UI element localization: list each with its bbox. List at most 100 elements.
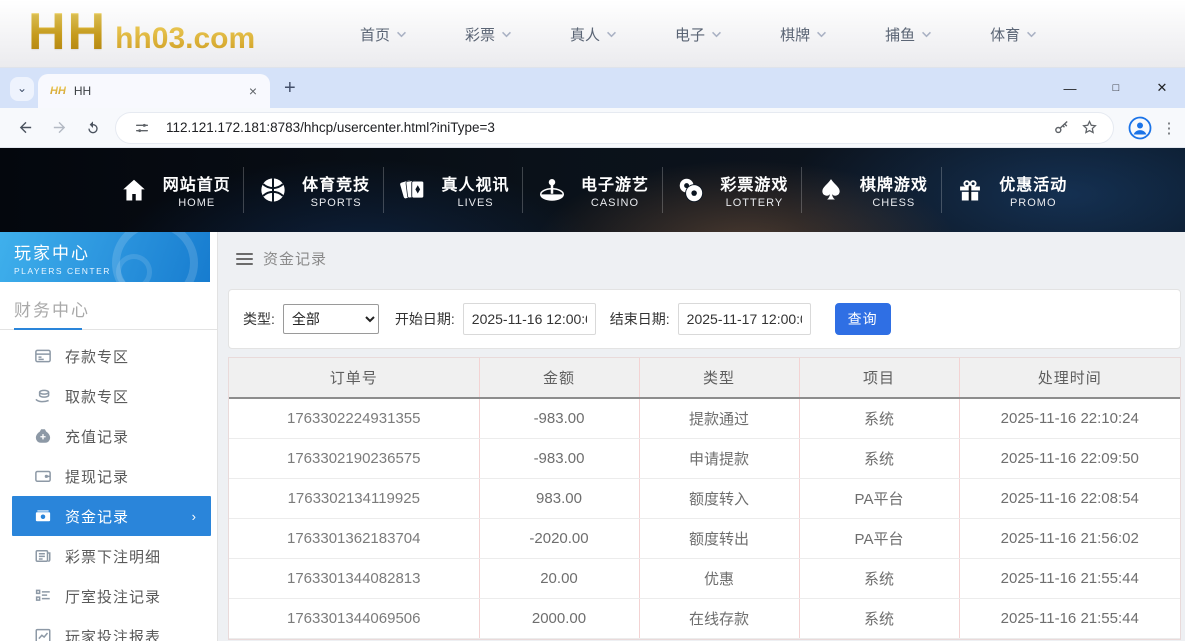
game-nav-item-casino[interactable]: 电子游艺CASINO xyxy=(522,167,661,213)
player-center-title: 玩家中心 xyxy=(14,239,210,264)
tab-search-button[interactable]: ⌄ xyxy=(10,77,34,101)
end-date-label: 结束日期: xyxy=(610,309,670,329)
type-label: 类型: xyxy=(243,309,275,329)
table-cell: PA平台 xyxy=(799,478,959,518)
password-key-icon[interactable] xyxy=(1047,114,1075,142)
site-nav-label: 真人 xyxy=(570,24,600,45)
reload-button[interactable] xyxy=(76,111,110,145)
site-nav-item-1[interactable]: 彩票 xyxy=(465,24,512,45)
site-nav-item-6[interactable]: 体育 xyxy=(990,24,1037,45)
hall-record-icon xyxy=(34,587,52,605)
game-nav-en: CASINO xyxy=(591,197,639,209)
table-row-4: 176330134408281320.00优惠系统2025-11-16 21:5… xyxy=(229,558,1180,598)
site-nav-label: 棋牌 xyxy=(780,24,810,45)
sidebar-item-4[interactable]: 资金记录› xyxy=(12,496,211,536)
close-window-button[interactable]: ✕ xyxy=(1139,68,1185,108)
site-nav-item-5[interactable]: 捕鱼 xyxy=(885,24,932,45)
sidebar-item-label: 玩家投注报表 xyxy=(65,626,161,641)
table-row-3: 1763301362183704-2020.00额度转出PA平台2025-11-… xyxy=(229,518,1180,558)
table-row-0: 1763302224931355-983.00提款通过系统2025-11-16 … xyxy=(229,398,1180,438)
sidebar-item-6[interactable]: 厅室投注记录 xyxy=(0,576,217,616)
profile-avatar[interactable] xyxy=(1123,111,1157,145)
url-text[interactable]: 112.121.172.181:8783/hhcp/usercenter.htm… xyxy=(166,120,1047,135)
forward-button[interactable] xyxy=(42,111,76,145)
browser-tab[interactable]: HH HH × xyxy=(38,74,270,108)
game-nav-item-lottery[interactable]: 彩票游戏LOTTERY xyxy=(662,167,801,213)
game-nav-en: SPORTS xyxy=(311,197,362,209)
sidebar-item-label: 厅室投注记录 xyxy=(65,586,161,607)
player-center-header[interactable]: 玩家中心 PLAYERS CENTER xyxy=(0,232,210,282)
site-nav-item-3[interactable]: 电子 xyxy=(675,24,722,45)
chevron-down-icon xyxy=(921,31,932,38)
table-cell: 额度转出 xyxy=(639,518,799,558)
game-nav-item-home[interactable]: 网站首页HOME xyxy=(105,167,243,213)
main-content: 资金记录 类型: 全部 开始日期: 结束日期: 查询 订单号金额类型项目处理时间… xyxy=(218,232,1185,641)
column-header: 处理时间 xyxy=(959,358,1180,398)
sidebar-item-7[interactable]: 玩家投注报表 xyxy=(0,616,217,641)
site-logo[interactable]: HH hh03.com xyxy=(28,2,255,62)
sidebar-item-3[interactable]: 提现记录 xyxy=(0,456,217,496)
table-cell: PA平台 xyxy=(799,518,959,558)
screen: HH hh03.com 首页 彩票 真人 电子 棋牌 捕鱼 体育 ⌄ HH HH × + —… xyxy=(0,0,1185,641)
column-header: 项目 xyxy=(799,358,959,398)
site-nav-item-0[interactable]: 首页 xyxy=(360,24,407,45)
site-info-icon[interactable] xyxy=(128,114,156,142)
table-cell: -983.00 xyxy=(479,398,639,438)
start-date-label: 开始日期: xyxy=(395,309,455,329)
table-cell: 1763301344082813 xyxy=(229,558,479,598)
sidebar-item-0[interactable]: 存款专区 xyxy=(0,336,217,376)
breadcrumb: 资金记录 xyxy=(228,248,1181,269)
chevron-down-icon xyxy=(711,31,722,38)
chevron-down-icon xyxy=(396,31,407,38)
game-nav-item-sports[interactable]: 体育竞技 SPORTS xyxy=(243,167,382,213)
funds-table: 订单号金额类型项目处理时间 1763302224931355-983.00提款通… xyxy=(229,358,1180,639)
chevron-right-icon: › xyxy=(192,509,197,524)
sidebar-item-2[interactable]: 充值记录 xyxy=(0,416,217,456)
site-nav-label: 电子 xyxy=(675,24,705,45)
game-nav-zh: 真人视讯 xyxy=(442,171,510,195)
section-underline xyxy=(0,329,217,330)
sports-ball-icon xyxy=(257,174,289,206)
bookmark-star-icon[interactable] xyxy=(1075,114,1103,142)
sidebar-item-5[interactable]: 彩票下注明细 xyxy=(0,536,217,576)
sidebar-item-1[interactable]: 取款专区 xyxy=(0,376,217,416)
table-cell: 1763302190236575 xyxy=(229,438,479,478)
chevron-down-icon xyxy=(816,31,827,38)
table-cell: 优惠 xyxy=(639,558,799,598)
withdraw-hand-icon xyxy=(34,387,52,405)
spade-icon xyxy=(815,174,847,206)
sidebar-item-label: 存款专区 xyxy=(65,346,129,367)
game-nav-item-chess[interactable]: 棋牌游戏CHESS xyxy=(801,167,940,213)
game-nav-item-promo[interactable]: 优惠活动PROMO xyxy=(941,167,1080,213)
sidebar-item-label: 充值记录 xyxy=(65,426,129,447)
browser-menu-icon[interactable]: ⋮ xyxy=(1157,111,1181,145)
end-date-input[interactable] xyxy=(678,303,811,335)
page-body: 玩家中心 PLAYERS CENTER 财务中心 存款专区取款专区充值记录提现记… xyxy=(0,232,1185,641)
site-nav-item-2[interactable]: 真人 xyxy=(570,24,617,45)
new-tab-button[interactable]: + xyxy=(284,77,296,99)
search-button[interactable]: 查询 xyxy=(835,303,891,335)
address-bar[interactable]: 112.121.172.181:8783/hhcp/usercenter.htm… xyxy=(116,113,1113,143)
hamburger-icon[interactable] xyxy=(236,253,253,265)
table-row-1: 1763302190236575-983.00申请提款系统2025-11-16 … xyxy=(229,438,1180,478)
player-center-subtitle: PLAYERS CENTER xyxy=(14,266,210,276)
browser-tabstrip: ⌄ HH HH × + — □ ✕ xyxy=(0,68,1185,108)
game-nav-en: PROMO xyxy=(1010,197,1057,209)
site-nav-item-4[interactable]: 棋牌 xyxy=(780,24,827,45)
start-date-input[interactable] xyxy=(463,303,596,335)
playing-cards-icon xyxy=(397,174,429,206)
game-nav-item-lives[interactable]: 真人视讯LIVES xyxy=(383,167,522,213)
tab-close-icon[interactable]: × xyxy=(246,83,260,99)
maximize-button[interactable]: □ xyxy=(1093,68,1139,108)
type-select[interactable]: 全部 xyxy=(283,304,379,334)
chevron-down-icon xyxy=(606,31,617,38)
table-body: 1763302224931355-983.00提款通过系统2025-11-16 … xyxy=(229,398,1180,638)
browser-toolbar: 112.121.172.181:8783/hhcp/usercenter.htm… xyxy=(0,108,1185,148)
table-row-2: 1763302134119925983.00额度转入PA平台2025-11-16… xyxy=(229,478,1180,518)
table-cell: 983.00 xyxy=(479,478,639,518)
sidebar-item-label: 提现记录 xyxy=(65,466,129,487)
back-button[interactable] xyxy=(8,111,42,145)
game-nav-zh: 体育竞技 xyxy=(302,171,370,195)
table-cell: 2025-11-16 21:55:44 xyxy=(959,598,1180,638)
minimize-button[interactable]: — xyxy=(1047,68,1093,108)
